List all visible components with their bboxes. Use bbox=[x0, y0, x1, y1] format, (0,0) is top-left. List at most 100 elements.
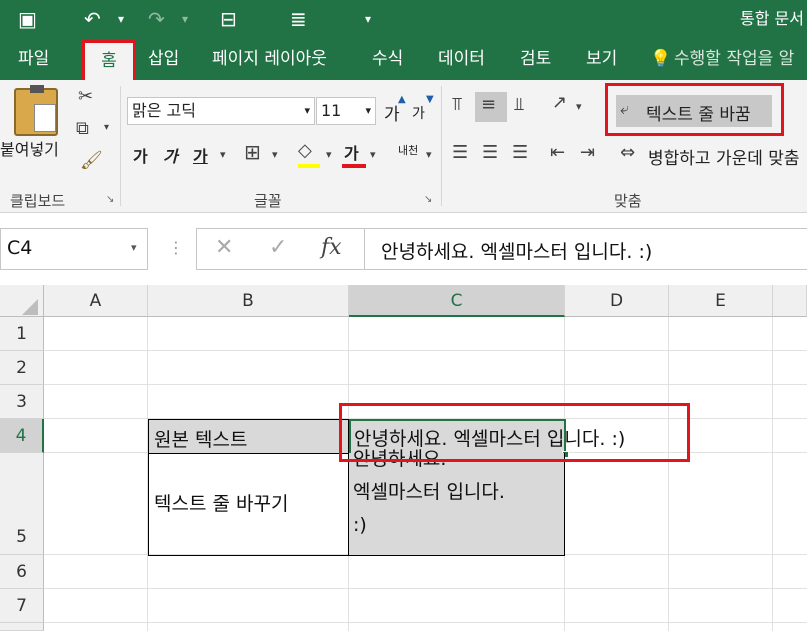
orientation-dropdown-icon[interactable]: ▾ bbox=[576, 100, 582, 113]
paste-icon[interactable] bbox=[14, 85, 58, 136]
phonetic-dropdown-icon[interactable]: ▾ bbox=[426, 148, 432, 161]
tab-file[interactable]: 파일 bbox=[18, 38, 49, 80]
redo-dropdown-icon: ▾ bbox=[182, 12, 189, 26]
formula-buttons: ✕ ✓ fx bbox=[196, 228, 364, 270]
name-box[interactable]: C4 ▾ bbox=[0, 228, 148, 270]
cell-c5-line-3: :) bbox=[353, 514, 367, 536]
increase-indent-icon[interactable]: ⇥ bbox=[580, 142, 595, 163]
document-title: 통합 문서 bbox=[740, 9, 804, 28]
tab-data[interactable]: 데이터 bbox=[438, 38, 485, 80]
grid-line bbox=[44, 350, 807, 351]
cell-b4[interactable]: 원본 텍스트 bbox=[148, 419, 349, 454]
borders-icon[interactable]: ⊞ bbox=[244, 140, 261, 164]
cut-icon[interactable]: ✂ bbox=[78, 86, 93, 107]
fill-color-icon[interactable]: ◇ bbox=[298, 140, 312, 161]
row-header-7[interactable]: 7 bbox=[0, 589, 44, 623]
wrap-text-highlight bbox=[605, 83, 784, 136]
name-box-value: C4 bbox=[7, 237, 33, 259]
alignment-group-label: 맞춤 bbox=[614, 192, 642, 210]
column-header-d[interactable]: D bbox=[565, 285, 669, 317]
merge-center-icon[interactable]: ⇔ bbox=[620, 142, 635, 163]
copy-icon[interactable]: ⧉ bbox=[76, 118, 89, 139]
font-size-combo[interactable]: 11 ▾ bbox=[316, 97, 376, 125]
enter-icon[interactable]: ✓ bbox=[269, 235, 287, 260]
undo-dropdown-icon[interactable]: ▾ bbox=[118, 0, 124, 38]
tell-me-box[interactable]: 수행할 작업을 알 bbox=[674, 38, 794, 80]
merge-center-button[interactable]: 병합하고 가운데 맞춤 bbox=[648, 144, 800, 169]
tab-view[interactable]: 보기 bbox=[586, 38, 617, 80]
undo-icon[interactable]: ↶ bbox=[84, 0, 101, 38]
italic-button[interactable]: 가 bbox=[163, 143, 178, 167]
align-bottom-icon[interactable]: ⫫ bbox=[514, 94, 524, 115]
select-all-button[interactable] bbox=[0, 285, 44, 317]
tab-insert[interactable]: 삽입 bbox=[148, 38, 179, 80]
clipboard-group-label: 클립보드 bbox=[10, 192, 66, 210]
row-header-4[interactable]: 4 bbox=[0, 419, 44, 453]
row-header-3[interactable]: 3 bbox=[0, 385, 44, 419]
insert-function-icon[interactable]: fx bbox=[321, 235, 342, 260]
drag-handle-icon[interactable]: ⋮ bbox=[168, 238, 184, 257]
align-left-icon[interactable]: ☰ bbox=[452, 142, 468, 163]
column-header-e[interactable]: E bbox=[669, 285, 773, 317]
select-all-icon bbox=[22, 299, 38, 315]
tab-review[interactable]: 검토 bbox=[520, 38, 551, 80]
copy-dropdown-icon[interactable]: ▾ bbox=[104, 122, 109, 133]
cancel-icon[interactable]: ✕ bbox=[215, 235, 233, 260]
save-icon[interactable]: ▣ bbox=[18, 0, 37, 38]
borders-dropdown-icon[interactable]: ▾ bbox=[272, 148, 278, 161]
row-header-5[interactable]: 5 bbox=[0, 453, 44, 555]
align-icon[interactable]: ≣ bbox=[290, 0, 307, 38]
cell-b5-text: 텍스트 줄 바꾸기 bbox=[154, 493, 289, 515]
column-header-a[interactable]: A bbox=[44, 285, 148, 317]
font-name-combo[interactable]: 맑은 고딕 ▾ bbox=[127, 97, 315, 125]
formula-value: 안녕하세요. 엑셀마스터 입니다. :) bbox=[381, 241, 653, 263]
decrease-indent-icon[interactable]: ⇤ bbox=[550, 142, 565, 163]
font-launcher-icon[interactable]: ↘ bbox=[424, 194, 432, 205]
cell-b5[interactable]: 텍스트 줄 바꾸기 bbox=[148, 453, 349, 556]
column-header-b[interactable]: B bbox=[148, 285, 349, 317]
clipboard-launcher-icon[interactable]: ↘ bbox=[106, 194, 114, 205]
grid-line bbox=[44, 622, 807, 623]
row-header-6[interactable]: 6 bbox=[0, 555, 44, 589]
column-header-c[interactable]: C bbox=[349, 285, 565, 317]
paste-button[interactable]: 붙여넣기 bbox=[0, 136, 59, 160]
bold-button[interactable]: 가 bbox=[133, 143, 148, 167]
separator bbox=[120, 86, 121, 206]
shrink-font-button[interactable]: 가 bbox=[412, 103, 425, 123]
align-middle-icon: ≡ bbox=[481, 94, 497, 115]
align-middle-button[interactable]: ≡ bbox=[475, 92, 507, 122]
fill-color-dropdown-icon[interactable]: ▾ bbox=[326, 148, 332, 161]
lightbulb-icon: 💡 bbox=[650, 49, 672, 69]
row4-highlight bbox=[339, 403, 690, 462]
grow-arrow-icon: ▲ bbox=[398, 94, 406, 105]
row-header-2[interactable]: 2 bbox=[0, 351, 44, 385]
align-center-icon[interactable]: ☰ bbox=[482, 142, 498, 163]
underline-dropdown-icon[interactable]: ▾ bbox=[220, 148, 226, 161]
grid-line bbox=[44, 588, 807, 589]
column-header-f[interactable] bbox=[773, 285, 807, 317]
cell-c5[interactable]: 안녕하세요. 엑셀마스터 입니다. :) bbox=[349, 448, 565, 556]
row-header-8[interactable] bbox=[0, 623, 44, 631]
format-painter-icon[interactable]: 🖌 bbox=[80, 150, 103, 171]
orientation-icon[interactable]: ↗ bbox=[552, 92, 567, 113]
form-icon[interactable]: ⊟ bbox=[220, 0, 237, 38]
chevron-down-icon[interactable]: ▾ bbox=[131, 241, 137, 254]
formula-input[interactable]: 안녕하세요. 엑셀마스터 입니다. :) bbox=[364, 228, 807, 270]
tab-formulas[interactable]: 수식 bbox=[372, 38, 403, 80]
phonetic-button[interactable]: 내천 bbox=[398, 142, 418, 158]
chevron-down-icon[interactable]: ▾ bbox=[300, 98, 310, 124]
font-group-label: 글꼴 bbox=[254, 192, 282, 210]
cell-c5-text: 안녕하세요. 엑셀마스터 입니다. :) bbox=[353, 448, 505, 542]
title-bar: ▣ ↶ ▾ ↷ ▾ ⊟ ≣ ▾ 통합 문서 bbox=[0, 0, 807, 38]
redo-icon: ↷ bbox=[148, 7, 165, 31]
align-right-icon[interactable]: ☰ bbox=[512, 142, 528, 163]
tab-page-layout[interactable]: 페이지 레이아웃 bbox=[212, 38, 327, 80]
separator bbox=[441, 86, 442, 206]
font-color-dropdown-icon[interactable]: ▾ bbox=[370, 148, 376, 161]
customize-qat-icon[interactable]: ▾ bbox=[365, 0, 371, 38]
row-header-1[interactable]: 1 bbox=[0, 317, 44, 351]
font-color-button[interactable]: 가 bbox=[344, 140, 359, 164]
chevron-down-icon[interactable]: ▾ bbox=[361, 98, 371, 124]
align-top-icon[interactable]: ⫪ bbox=[452, 94, 462, 115]
underline-button[interactable]: 가 bbox=[193, 143, 208, 167]
